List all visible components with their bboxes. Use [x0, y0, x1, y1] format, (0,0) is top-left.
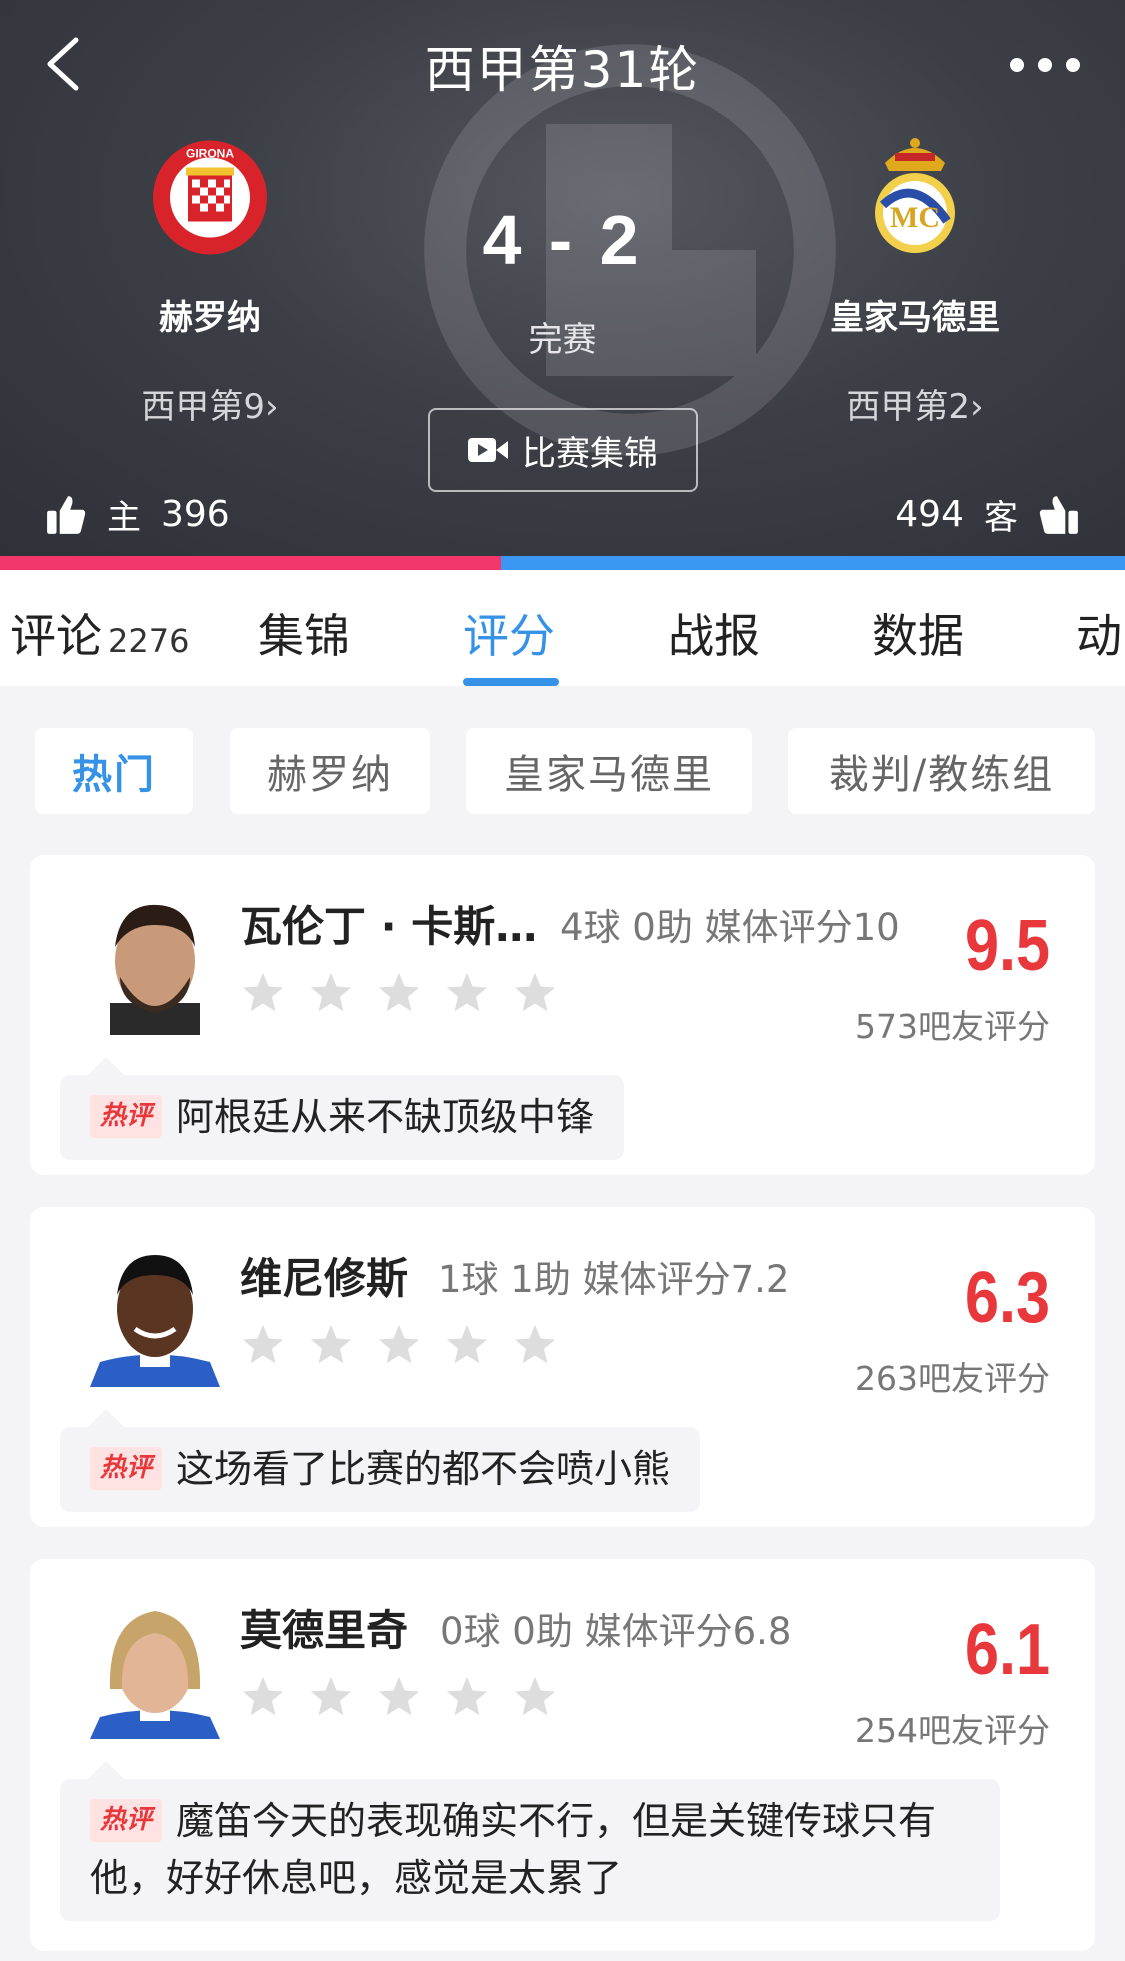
- player-rating-card[interactable]: 瓦伦丁 · 卡斯… 4球 0助 媒体评分10 9.5 573吧友评分 热评 阿根廷…: [30, 855, 1095, 1175]
- away-side-label: 客: [984, 498, 1018, 538]
- hot-comment-text: 阿根廷从来不缺顶级中锋: [176, 1095, 595, 1139]
- home-vote-count: 396: [161, 494, 230, 535]
- hot-comment-text: 这场看了比赛的都不会喷小熊: [176, 1447, 671, 1491]
- star-icon[interactable]: [512, 1322, 558, 1368]
- filter-real-madrid[interactable]: 皇家马德里: [466, 728, 752, 814]
- player-stats: 4球 0助 媒体评分10: [560, 906, 900, 949]
- star-icon[interactable]: [444, 970, 490, 1016]
- match-status: 完赛: [528, 320, 597, 360]
- fan-rating: 9.5: [964, 906, 1050, 986]
- home-team[interactable]: GIRONA 赫罗纳 西甲第9›: [60, 135, 360, 428]
- star-rating-input[interactable]: [240, 1674, 558, 1720]
- tab-bar: 评论 2276 集锦 评分 战报 数据 动: [0, 570, 1125, 686]
- page-title: 西甲第31轮: [424, 41, 701, 99]
- video-camera-icon: [468, 438, 508, 462]
- match-score: 4 - 2: [482, 201, 643, 279]
- tab-stats[interactable]: 数据: [872, 600, 964, 666]
- fan-rating: 6.3: [964, 1258, 1050, 1338]
- tab-comments[interactable]: 评论 2276: [10, 600, 189, 666]
- hot-comment-badge: 热评: [90, 1447, 163, 1490]
- more-menu-icon[interactable]: [1010, 45, 1080, 85]
- fan-rating-count: 254吧友评分: [855, 1711, 1050, 1750]
- player-avatar: [80, 1237, 230, 1387]
- fan-rating-count: 263吧友评分: [855, 1359, 1050, 1398]
- home-team-rank[interactable]: 西甲第9›: [60, 379, 360, 428]
- star-icon[interactable]: [240, 1322, 286, 1368]
- star-icon[interactable]: [444, 1674, 490, 1720]
- home-side-label: 主: [107, 498, 141, 538]
- star-rating-input[interactable]: [240, 970, 558, 1016]
- vote-ratio-bar: [0, 556, 1125, 570]
- star-icon[interactable]: [376, 970, 422, 1016]
- hot-comment-badge: 热评: [90, 1095, 163, 1138]
- highlights-button[interactable]: 比赛集锦: [428, 408, 698, 492]
- player-name: 瓦伦丁 · 卡斯…: [240, 902, 538, 951]
- filter-hot[interactable]: 热门: [35, 728, 193, 814]
- home-vote[interactable]: 主 396: [45, 490, 230, 539]
- star-icon[interactable]: [512, 970, 558, 1016]
- star-icon[interactable]: [240, 970, 286, 1016]
- tab-ratings[interactable]: 评分: [463, 600, 555, 666]
- player-avatar: [80, 1589, 230, 1739]
- player-stats: 0球 0助 媒体评分6.8: [440, 1610, 792, 1653]
- fan-rating: 6.1: [964, 1610, 1050, 1690]
- star-rating-input[interactable]: [240, 1322, 558, 1368]
- away-vote-fill: [500, 556, 1125, 570]
- hot-comment[interactable]: 热评 魔笛今天的表现确实不行，但是关键传球只有他，好好休息吧，感觉是太累了: [60, 1761, 1000, 1921]
- player-name: 莫德里奇: [240, 1606, 409, 1655]
- player-rating-card[interactable]: 莫德里奇 0球 0助 媒体评分6.8 6.1 254吧友评分 热评 魔笛今天的表现…: [30, 1559, 1095, 1951]
- filter-girona[interactable]: 赫罗纳: [230, 728, 430, 814]
- thumbs-up-icon: [47, 495, 86, 534]
- away-vote[interactable]: 494 客: [895, 490, 1080, 539]
- match-header: 西甲第31轮 GIRONA 赫罗纳 西甲第9› MC 皇家马德里 西甲第2› 4…: [0, 0, 1125, 556]
- filter-referee-coaches[interactable]: 裁判/教练组: [788, 728, 1095, 814]
- away-team[interactable]: MC 皇家马德里 西甲第2›: [765, 135, 1065, 428]
- tab-report[interactable]: 战报: [668, 600, 760, 666]
- chevron-right-icon: ›: [265, 387, 279, 427]
- player-stats: 1球 1助 媒体评分7.2: [438, 1258, 790, 1301]
- hot-comment[interactable]: 热评 这场看了比赛的都不会喷小熊: [60, 1409, 701, 1512]
- hot-comment[interactable]: 热评 阿根廷从来不缺顶级中锋: [60, 1057, 625, 1160]
- highlights-label: 比赛集锦: [522, 433, 658, 474]
- star-icon[interactable]: [376, 1674, 422, 1720]
- tab-highlights[interactable]: 集锦: [258, 600, 350, 666]
- fan-rating-count: 573吧友评分: [855, 1007, 1050, 1046]
- player-avatar: [80, 885, 230, 1035]
- away-vote-count: 494: [895, 494, 964, 535]
- star-icon[interactable]: [308, 1674, 354, 1720]
- thumbs-up-icon: [1039, 495, 1078, 534]
- star-icon[interactable]: [444, 1322, 490, 1368]
- star-icon[interactable]: [376, 1322, 422, 1368]
- hot-comment-text: 魔笛今天的表现确实不行，但是关键传球只有他，好好休息吧，感觉是太累了: [90, 1799, 937, 1900]
- star-icon[interactable]: [512, 1674, 558, 1720]
- chevron-right-icon: ›: [970, 387, 984, 427]
- active-tab-indicator: [463, 678, 559, 686]
- star-icon[interactable]: [308, 1322, 354, 1368]
- home-vote-fill: [0, 556, 501, 570]
- star-icon[interactable]: [240, 1674, 286, 1720]
- tab-live[interactable]: 动: [1076, 600, 1122, 666]
- away-team-rank[interactable]: 西甲第2›: [765, 379, 1065, 428]
- player-name: 维尼修斯: [240, 1254, 409, 1303]
- star-icon[interactable]: [308, 970, 354, 1016]
- svg-text:GIRONA: GIRONA: [186, 147, 234, 161]
- filter-chips: 热门 赫罗纳 皇家马德里 裁判/教练组: [0, 728, 1125, 814]
- player-rating-card[interactable]: 维尼修斯 1球 1助 媒体评分7.2 6.3 263吧友评分 热评 这场看了比赛的…: [30, 1207, 1095, 1527]
- hot-comment-badge: 热评: [90, 1799, 163, 1842]
